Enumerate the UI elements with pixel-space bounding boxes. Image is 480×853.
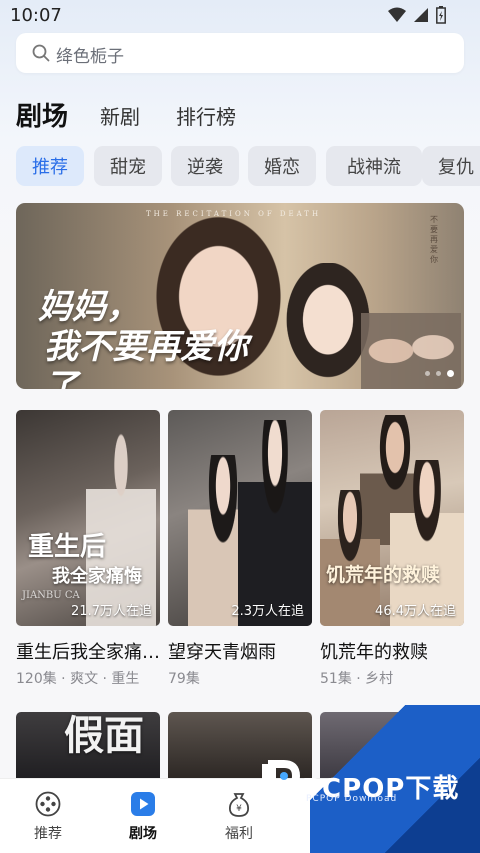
search-icon: [32, 44, 50, 62]
tab-new[interactable]: 新剧: [100, 101, 140, 130]
drama-title[interactable]: 饥荒年的救赎: [320, 638, 470, 664]
banner-dot[interactable]: [425, 371, 430, 376]
banner-dot-active[interactable]: [447, 370, 454, 377]
banner-figure-adults: [361, 313, 461, 389]
drama-title[interactable]: 望穿天青烟雨: [168, 638, 318, 664]
wifi-icon: [388, 7, 406, 22]
poster-title-2: 我全家痛悔: [52, 566, 142, 587]
drama-poster[interactable]: 2.3万人在追: [168, 410, 312, 626]
drama-card[interactable]: 重生后 我全家痛悔 JIANBU CA 21.7万人在追 重生后我全家痛… 12…: [16, 410, 160, 687]
banner-dot[interactable]: [436, 371, 441, 376]
category-war-god[interactable]: 战神流: [326, 146, 422, 186]
film-reel-icon: [35, 791, 61, 817]
views-count: 46.4万人在追: [375, 604, 456, 619]
status-time: 10:07: [10, 5, 62, 26]
search-placeholder: 绛色栀子: [56, 47, 124, 67]
drama-poster[interactable]: 饥荒年的救赎 46.4万人在追: [320, 410, 464, 626]
poster-figure: [320, 490, 380, 626]
banner-title-line1: 妈妈，: [38, 287, 140, 327]
drama-poster-partial[interactable]: 假面: [16, 712, 160, 782]
play-icon: [131, 792, 155, 816]
category-sweet[interactable]: 甜宠: [94, 146, 162, 186]
poster-title: 饥荒年的救赎: [326, 564, 441, 586]
drama-meta: 120集 · 爽文 · 重生: [16, 671, 140, 687]
watermark-logo-icon: [262, 760, 300, 798]
poster-title-1: 重生后: [28, 532, 107, 562]
poster-title: 假面: [64, 712, 144, 759]
category-romance[interactable]: 婚恋: [248, 146, 316, 186]
banner-vertical-caption: 不要再爱你: [430, 215, 438, 264]
search-bar[interactable]: 绛色栀子: [16, 33, 464, 73]
drama-card[interactable]: 2.3万人在追 望穿天青烟雨 79集: [168, 410, 312, 687]
banner-pagination: [425, 370, 454, 377]
coin-bag-icon: ¥: [228, 793, 250, 817]
nav-label: 剧场: [129, 826, 157, 842]
signal-icon: [414, 8, 428, 22]
drama-meta: 79集: [168, 671, 200, 687]
nav-recommend[interactable]: 推荐: [18, 791, 78, 843]
views-count: 2.3万人在追: [231, 604, 304, 619]
watermark-subtext: PCPOP Download: [306, 794, 398, 804]
status-bar: 10:07: [0, 0, 480, 32]
category-recommend[interactable]: 推荐: [16, 146, 84, 186]
drama-card[interactable]: 饥荒年的救赎 46.4万人在追 饥荒年的救赎 51集 · 乡村: [320, 410, 464, 687]
nav-theater[interactable]: 剧场: [113, 791, 173, 843]
status-icons: [388, 6, 446, 24]
battery-icon: [436, 6, 446, 24]
nav-label: 福利: [225, 826, 253, 842]
banner-caption: THE RECITATION OF DEATH: [146, 210, 322, 218]
drama-meta: 51集 · 乡村: [320, 671, 394, 687]
drama-poster[interactable]: 重生后 我全家痛悔 JIANBU CA 21.7万人在追: [16, 410, 160, 626]
tab-ranking[interactable]: 排行榜: [176, 101, 236, 130]
tab-theater[interactable]: 剧场: [16, 96, 68, 133]
banner-title: 妈妈， 我不要再爱你了: [38, 287, 268, 389]
poster-figure: [238, 420, 312, 626]
category-revenge[interactable]: 复仇: [422, 146, 480, 186]
drama-title[interactable]: 重生后我全家痛…: [16, 638, 166, 664]
category-counterattack[interactable]: 逆袭: [171, 146, 239, 186]
nav-label: 推荐: [34, 826, 62, 842]
banner-title-line2: 我不要再爱你了: [44, 327, 248, 389]
svg-text:¥: ¥: [236, 804, 242, 814]
featured-banner[interactable]: THE RECITATION OF DEATH 不要再爱你 妈妈， 我不要再爱你…: [16, 203, 464, 389]
category-pills: 推荐 甜宠 逆袭 婚恋 战神流 复仇: [16, 146, 480, 186]
views-count: 21.7万人在追: [71, 604, 152, 619]
